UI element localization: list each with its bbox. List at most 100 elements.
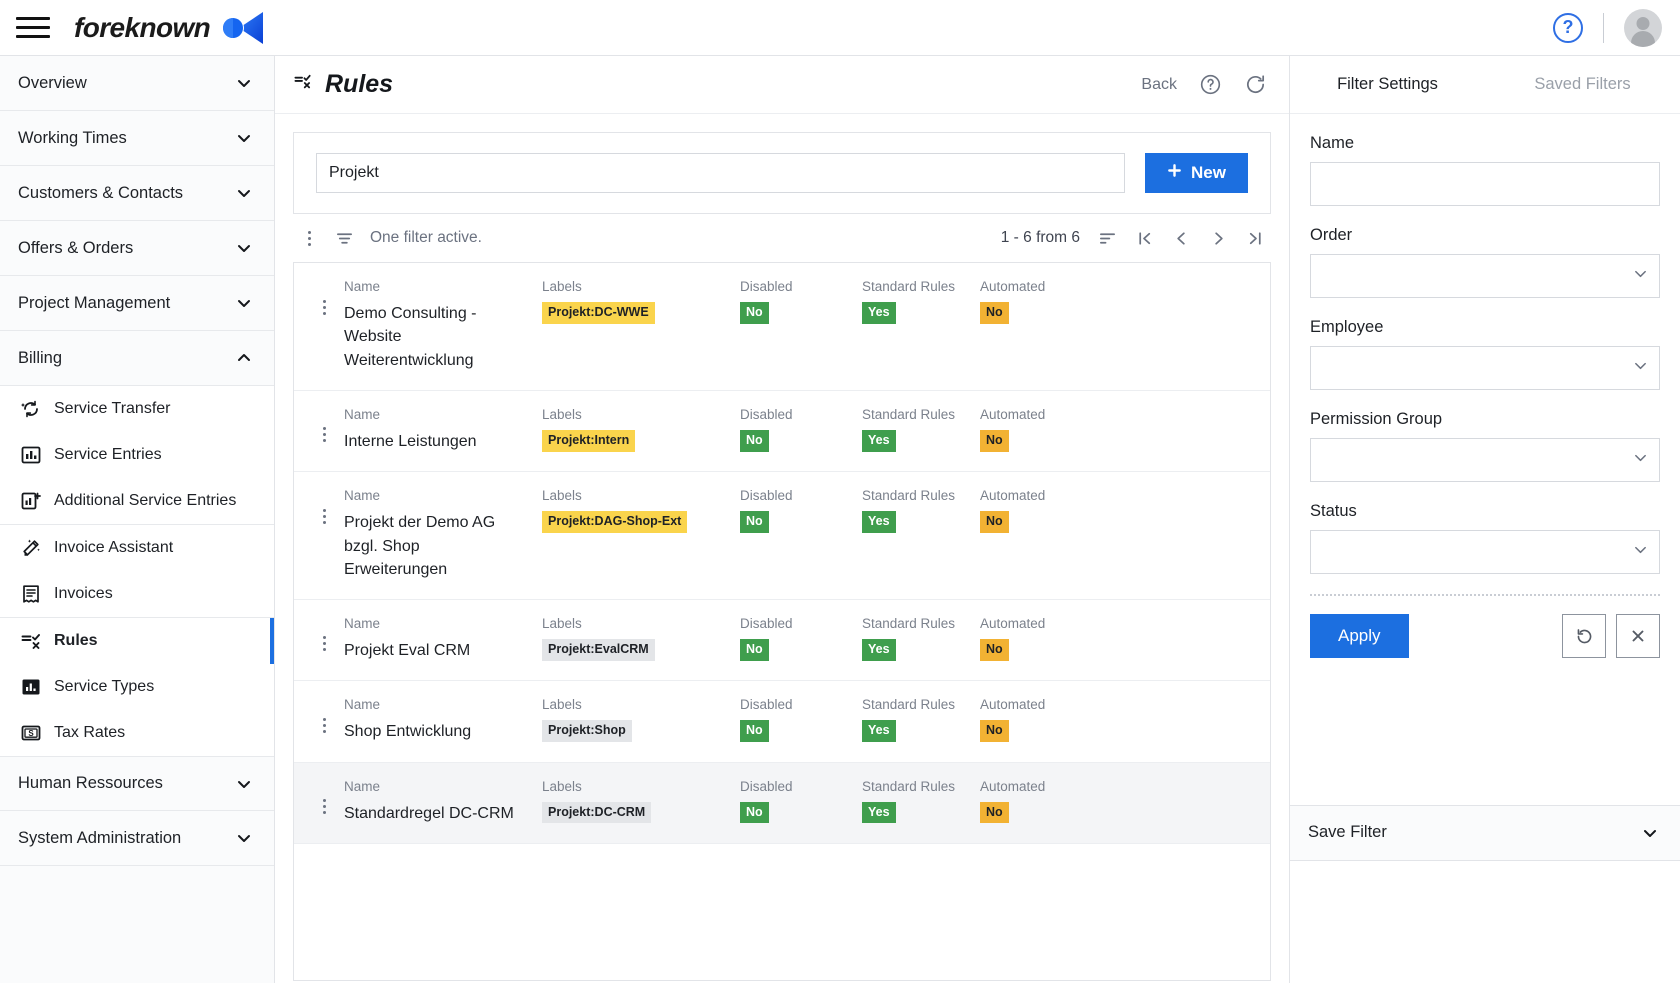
sidebar-group-billing[interactable]: Billing: [0, 331, 274, 386]
sidebar-group-working-times[interactable]: Working Times: [0, 111, 274, 166]
sidebar-item-tax-rates[interactable]: S Tax Rates: [0, 710, 274, 756]
user-avatar-icon[interactable]: [1624, 8, 1662, 47]
sidebar-item-service-entries[interactable]: Service Entries: [0, 432, 274, 478]
table-row[interactable]: Name Projekt Eval CRM Labels Projekt:Eva…: [294, 599, 1270, 682]
sort-icon[interactable]: [1098, 229, 1117, 248]
back-button[interactable]: Back: [1141, 76, 1177, 94]
table-row[interactable]: Name Demo Consulting - Website Weiterent…: [294, 263, 1270, 391]
hamburger-line: [16, 26, 50, 29]
first-page-icon[interactable]: [1135, 229, 1154, 248]
column-header: Automated: [980, 778, 1046, 794]
sidebar-item-service-transfer[interactable]: Service Transfer: [0, 386, 274, 432]
row-menu-icon[interactable]: [304, 488, 344, 526]
service-transfer-icon: [20, 398, 42, 420]
apply-button[interactable]: Apply: [1310, 614, 1409, 658]
prev-page-icon[interactable]: [1172, 229, 1191, 248]
page-title: Rules: [293, 70, 393, 99]
help-glyph: ?: [1562, 17, 1574, 37]
status-badge: No: [980, 511, 1009, 533]
table-row[interactable]: Name Projekt der Demo AG bzgl. Shop Erwe…: [294, 472, 1270, 600]
sidebar-item-invoices[interactable]: Invoices: [0, 571, 274, 617]
sidebar-group-system-administration[interactable]: System Administration: [0, 811, 274, 866]
refresh-icon[interactable]: [1244, 73, 1267, 96]
cell-standard-rules: Standard Rules Yes: [862, 279, 980, 324]
table-row[interactable]: Name Interne Leistungen Labels Projekt:I…: [294, 390, 1270, 473]
sidebar-item-additional-service-entries[interactable]: Additional Service Entries: [0, 478, 274, 524]
filter-permission-group-select[interactable]: [1310, 438, 1660, 482]
tab-filter-settings[interactable]: Filter Settings: [1290, 56, 1485, 113]
filter-status-text: One filter active.: [370, 229, 482, 246]
column-header: Labels: [542, 615, 582, 631]
bar-chart-filled-icon: [20, 676, 42, 698]
filter-status-select[interactable]: [1310, 530, 1660, 574]
column-header: Labels: [542, 488, 582, 504]
kebab-menu-icon[interactable]: [299, 228, 319, 248]
table-row[interactable]: Name Standardregel DC-CRM Labels Projekt…: [294, 762, 1270, 844]
column-header: Automated: [980, 697, 1046, 713]
sidebar-item-rules[interactable]: Rules: [0, 618, 274, 664]
next-page-icon[interactable]: [1209, 229, 1228, 248]
rule-name: Shop Entwicklung: [344, 723, 472, 741]
status-badge: Yes: [862, 302, 896, 324]
save-filter-section[interactable]: Save Filter: [1290, 804, 1680, 861]
plus-icon: [1167, 163, 1182, 183]
page-header-actions: Back: [1141, 73, 1267, 96]
sidebar-group-customers-contacts[interactable]: Customers & Contacts: [0, 166, 274, 221]
sidebar-item-label: Rules: [54, 632, 98, 649]
sidebar-item-label: Service Entries: [54, 446, 162, 463]
last-page-icon[interactable]: [1246, 229, 1265, 248]
pagination-range: 1 - 6 from 6: [1000, 229, 1080, 246]
sidebar-group-offers-orders[interactable]: Offers & Orders: [0, 221, 274, 276]
cell-name: Name Standardregel DC-CRM: [344, 779, 542, 825]
cell-disabled: Disabled No: [740, 779, 862, 824]
sidebar-group-project-management[interactable]: Project Management: [0, 276, 274, 331]
rules-icon: [20, 630, 42, 652]
sidebar-group-label: Human Ressources: [18, 774, 163, 792]
help-circle-icon[interactable]: ?: [1553, 12, 1583, 43]
status-badge: No: [740, 511, 769, 533]
status-badge: Yes: [862, 720, 896, 743]
table-row[interactable]: Name Shop Entwicklung Labels Projekt:Sho…: [294, 681, 1270, 763]
help-circle-icon[interactable]: [1199, 73, 1222, 96]
filter-employee-select[interactable]: [1310, 346, 1660, 390]
hamburger-icon[interactable]: [16, 13, 50, 43]
cell-automated: Automated No: [980, 279, 1100, 324]
row-menu-icon[interactable]: [304, 616, 344, 654]
label-chip: Projekt:DC-WWE: [542, 302, 655, 324]
row-menu-icon[interactable]: [304, 407, 344, 445]
filter-panel: Filter Settings Saved Filters Name Order…: [1290, 56, 1680, 983]
brand-logo[interactable]: foreknown: [74, 11, 265, 45]
sidebar-group-human-ressources[interactable]: Human Ressources: [0, 756, 274, 811]
column-header: Labels: [542, 697, 582, 713]
cell-standard-rules: Standard Rules Yes: [862, 407, 980, 452]
row-menu-icon[interactable]: [304, 779, 344, 817]
new-button[interactable]: New: [1145, 153, 1248, 193]
sidebar-item-label: Service Transfer: [54, 400, 171, 417]
sidebar-item-invoice-assistant[interactable]: Invoice Assistant: [0, 525, 274, 571]
tab-saved-filters[interactable]: Saved Filters: [1485, 56, 1680, 113]
filter-order-select[interactable]: [1310, 254, 1660, 298]
sidebar-group-overview[interactable]: Overview: [0, 56, 274, 111]
sidebar-group-label: Overview: [18, 73, 87, 92]
rule-name: Standardregel DC-CRM: [344, 804, 514, 822]
column-header: Disabled: [740, 488, 793, 504]
close-icon[interactable]: [1616, 614, 1660, 658]
rule-name: Projekt der Demo AG bzgl. Shop Erweiteru…: [344, 514, 496, 578]
filter-name-input[interactable]: [1310, 162, 1660, 206]
column-header: Labels: [542, 406, 582, 422]
field-label-name: Name: [1310, 134, 1355, 152]
cell-name: Name Demo Consulting - Website Weiterent…: [344, 279, 542, 372]
search-input[interactable]: [316, 153, 1126, 193]
column-header: Standard Rules: [862, 697, 956, 713]
sidebar-item-service-types[interactable]: Service Types: [0, 664, 274, 710]
filter-panel-empty-space: [1290, 860, 1680, 983]
svg-text:S: S: [28, 729, 34, 738]
sidebar-group-label: Billing: [18, 348, 63, 367]
status-badge: No: [740, 429, 769, 452]
sidebar-group-label: Customers & Contacts: [18, 183, 184, 202]
filter-icon[interactable]: [335, 229, 354, 248]
reset-icon[interactable]: [1562, 614, 1606, 658]
row-menu-icon[interactable]: [304, 279, 344, 317]
label-chip: Projekt:DAG-Shop-Ext: [542, 511, 688, 533]
row-menu-icon[interactable]: [304, 697, 344, 735]
